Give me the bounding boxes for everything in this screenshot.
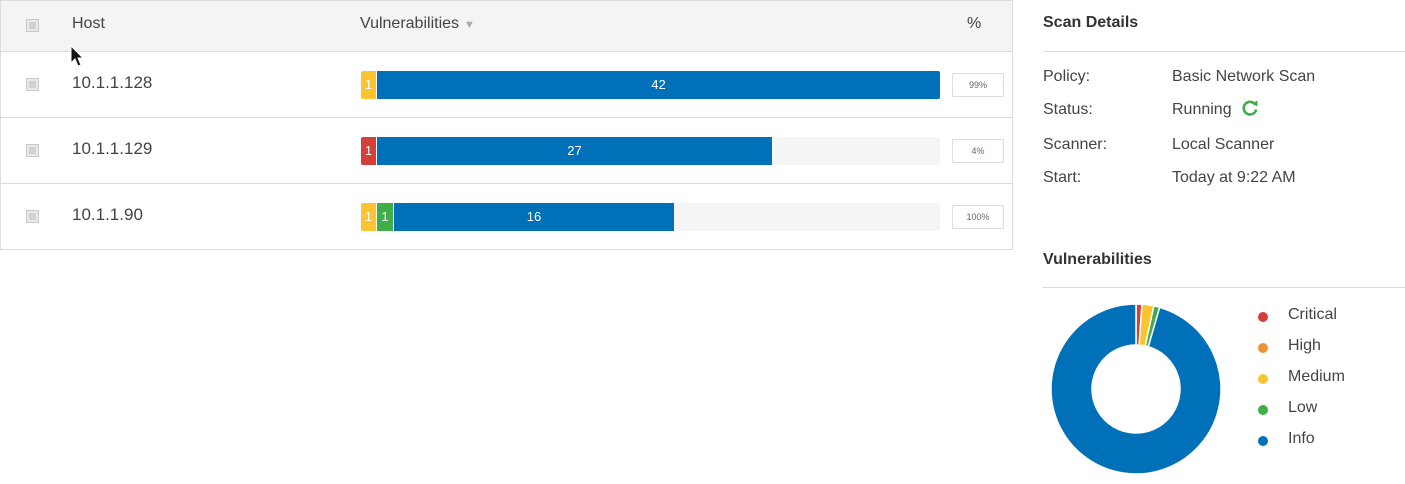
segment-count: 1 <box>364 209 373 224</box>
legend-label: Critical <box>1288 306 1337 323</box>
scan-progress-badge: 100% <box>952 205 1004 229</box>
hosts-table: Host Vulnerabilities ▼ % 10.1.1.128 1 42 … <box>0 0 1013 250</box>
status-text: Running <box>1172 101 1232 118</box>
table-header: Host Vulnerabilities ▼ % <box>1 1 1012 52</box>
segment-count: 42 <box>651 77 666 92</box>
medium-dot-icon <box>1258 374 1268 384</box>
low-dot-icon <box>1258 405 1268 415</box>
column-header-percent[interactable]: % <box>967 15 981 33</box>
start-value: Today at 9:22 AM <box>1172 169 1296 186</box>
donut-slice-info[interactable] <box>1050 303 1222 475</box>
scan-progress-badge: 4% <box>952 139 1004 163</box>
scan-progress-badge: 99% <box>952 73 1004 97</box>
critical-dot-icon <box>1258 312 1268 322</box>
bar-segment-low[interactable]: 1 <box>377 203 394 231</box>
mouse-pointer-icon <box>70 45 85 67</box>
bar-segment-info[interactable]: 42 <box>377 71 940 99</box>
host-ip[interactable]: 10.1.1.90 <box>72 205 143 225</box>
high-dot-icon <box>1258 343 1268 353</box>
row-checkbox[interactable] <box>26 210 39 223</box>
select-all-checkbox[interactable] <box>26 19 39 32</box>
status-label: Status: <box>1043 101 1093 118</box>
table-row[interactable]: 10.1.1.129 1 27 4% <box>1 118 1012 184</box>
bar-segment-medium[interactable]: 1 <box>361 203 377 231</box>
host-ip[interactable]: 10.1.1.129 <box>72 139 152 159</box>
column-header-host[interactable]: Host <box>72 15 105 33</box>
scanner-label: Scanner: <box>1043 136 1108 153</box>
table-row[interactable]: 10.1.1.128 1 42 99% <box>1 52 1012 118</box>
legend-label: Info <box>1288 430 1315 447</box>
legend-label: Low <box>1288 399 1318 416</box>
info-dot-icon <box>1258 436 1268 446</box>
sort-down-icon[interactable]: ▼ <box>464 19 475 31</box>
status-value: Running <box>1172 98 1260 119</box>
segment-count: 16 <box>526 209 542 224</box>
start-label: Start: <box>1043 169 1082 186</box>
vulnerability-bar[interactable]: 1 42 <box>361 71 940 99</box>
row-checkbox[interactable] <box>26 144 39 157</box>
segment-count: 1 <box>364 77 373 92</box>
legend-label: Medium <box>1288 368 1345 385</box>
vulnerabilities-donut-chart <box>1050 303 1222 475</box>
divider <box>1043 287 1405 288</box>
row-checkbox[interactable] <box>26 78 39 91</box>
vulnerabilities-title: Vulnerabilities <box>1043 251 1152 268</box>
scan-details-title: Scan Details <box>1043 14 1139 31</box>
policy-value: Basic Network Scan <box>1172 68 1316 85</box>
column-header-vulnerabilities[interactable]: Vulnerabilities ▼ <box>360 15 475 33</box>
bar-segment-info[interactable]: 27 <box>377 137 772 165</box>
column-header-vulnerabilities-label: Vulnerabilities <box>360 15 460 32</box>
vulnerability-bar[interactable]: 1 1 16 <box>361 203 940 231</box>
bar-segment-critical[interactable]: 1 <box>361 137 377 165</box>
segment-count: 1 <box>381 209 389 224</box>
table-row[interactable]: 10.1.1.90 1 1 16 100% <box>1 184 1012 249</box>
refresh-icon[interactable] <box>1240 98 1260 118</box>
segment-count: 1 <box>364 143 373 158</box>
divider <box>1043 51 1405 52</box>
scanner-value: Local Scanner <box>1172 136 1275 153</box>
legend-label: High <box>1288 337 1321 354</box>
policy-label: Policy: <box>1043 68 1091 85</box>
vulnerability-bar[interactable]: 1 27 <box>361 137 940 165</box>
host-ip[interactable]: 10.1.1.128 <box>72 73 152 93</box>
bar-segment-medium[interactable]: 1 <box>361 71 377 99</box>
segment-count: 27 <box>567 143 582 158</box>
bar-segment-info[interactable]: 16 <box>394 203 674 231</box>
